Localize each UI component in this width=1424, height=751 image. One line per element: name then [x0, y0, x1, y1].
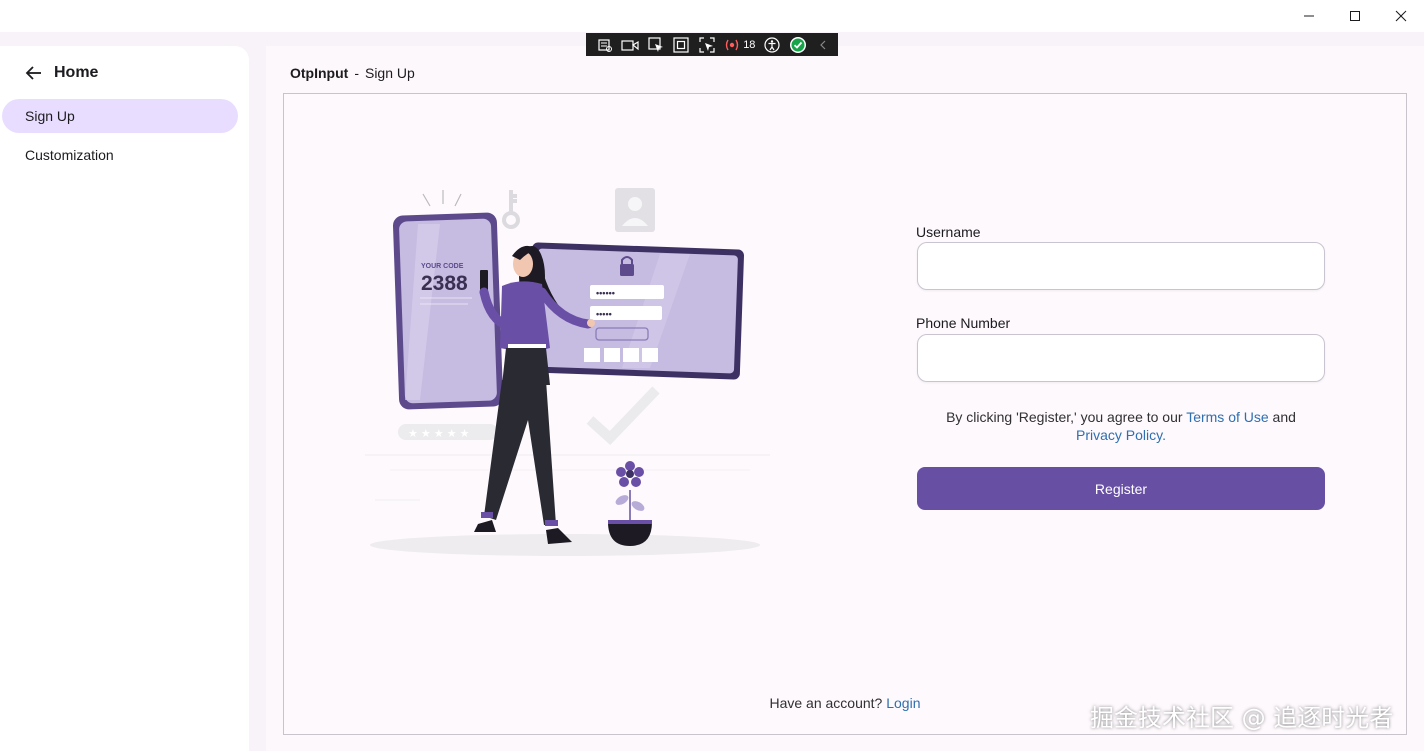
- accessibility-button[interactable]: [761, 33, 783, 56]
- binding-failures-icon: [726, 39, 739, 50]
- rating-stars: ★ ★ ★ ★ ★: [408, 428, 470, 440]
- window-titlebar: [0, 0, 1424, 32]
- arrow-left-icon: [25, 66, 41, 80]
- login-link[interactable]: Login: [886, 695, 920, 711]
- register-button[interactable]: Register: [917, 467, 1325, 510]
- binding-failures-count: 18: [743, 38, 756, 51]
- code-caption: YOUR CODE: [421, 263, 464, 270]
- breadcrumb-root: OtpInput: [290, 65, 349, 81]
- record-icon: [621, 39, 639, 51]
- check-icon: [789, 36, 806, 53]
- terms-and: and: [1268, 409, 1296, 425]
- watermark: 掘金技术社区 @ 追逐时光者: [1090, 704, 1394, 732]
- sign-up-illustration: YOUR CODE 2388 ★ ★ ★ ★ ★ •••••• •••••: [365, 188, 770, 556]
- track-focus-button[interactable]: [696, 33, 718, 56]
- select-element-button[interactable]: [645, 33, 667, 56]
- terms-of-use-link[interactable]: Terms of Use: [1186, 409, 1268, 425]
- breadcrumb-page: Sign Up: [364, 65, 415, 81]
- maximize-button[interactable]: [1332, 0, 1378, 32]
- track-focus-icon: [699, 36, 715, 53]
- breadcrumb: OtpInput - Sign Up: [290, 64, 415, 82]
- code-value: 2388: [421, 272, 468, 295]
- username-label: Username: [916, 224, 981, 240]
- sidebar-item-label: Customization: [25, 147, 114, 163]
- password-mask-1: ••••••: [596, 288, 615, 298]
- password-mask-2: •••••: [596, 309, 612, 319]
- account-prompt: Have an account? Login: [620, 695, 1070, 711]
- minimize-button[interactable]: [1286, 0, 1332, 32]
- username-input[interactable]: [917, 242, 1325, 290]
- live-visual-tree-button[interactable]: [594, 33, 616, 56]
- privacy-policy-link[interactable]: Privacy Policy: [1076, 427, 1162, 443]
- accessibility-icon: [764, 36, 780, 53]
- record-button[interactable]: [620, 33, 642, 56]
- live-visual-tree-icon: [598, 38, 612, 52]
- home-label: Home: [54, 64, 99, 81]
- sidebar-item-label: Sign Up: [25, 108, 75, 124]
- hot-reload-status-button[interactable]: [787, 33, 809, 56]
- home-button[interactable]: Home: [24, 62, 98, 84]
- terms-prefix: By clicking 'Register,' you agree to our: [946, 409, 1187, 425]
- display-layout-adorners-icon: [673, 36, 689, 53]
- account-prompt-text: Have an account?: [769, 695, 887, 711]
- maximize-icon: [1350, 11, 1360, 21]
- sidebar-item-sign-up[interactable]: Sign Up: [2, 99, 238, 133]
- binding-failures-button[interactable]: [722, 33, 744, 56]
- xaml-devtools-toolbar: 18: [586, 33, 838, 56]
- breadcrumb-separator: -: [354, 65, 359, 81]
- select-element-icon: [648, 36, 663, 52]
- close-button[interactable]: [1378, 0, 1424, 32]
- close-icon: [1395, 10, 1407, 22]
- collapse-toolbar-button[interactable]: [813, 33, 835, 56]
- display-layout-adorners-button[interactable]: [671, 33, 693, 56]
- sidebar-item-customization[interactable]: Customization: [2, 138, 238, 172]
- chevron-left-icon: [820, 40, 826, 49]
- minimize-icon: [1304, 15, 1314, 17]
- terms-notice: By clicking 'Register,' you agree to our…: [917, 408, 1325, 444]
- terms-suffix: .: [1162, 427, 1166, 443]
- phone-number-label: Phone Number: [916, 315, 1011, 331]
- phone-number-input[interactable]: [917, 334, 1325, 382]
